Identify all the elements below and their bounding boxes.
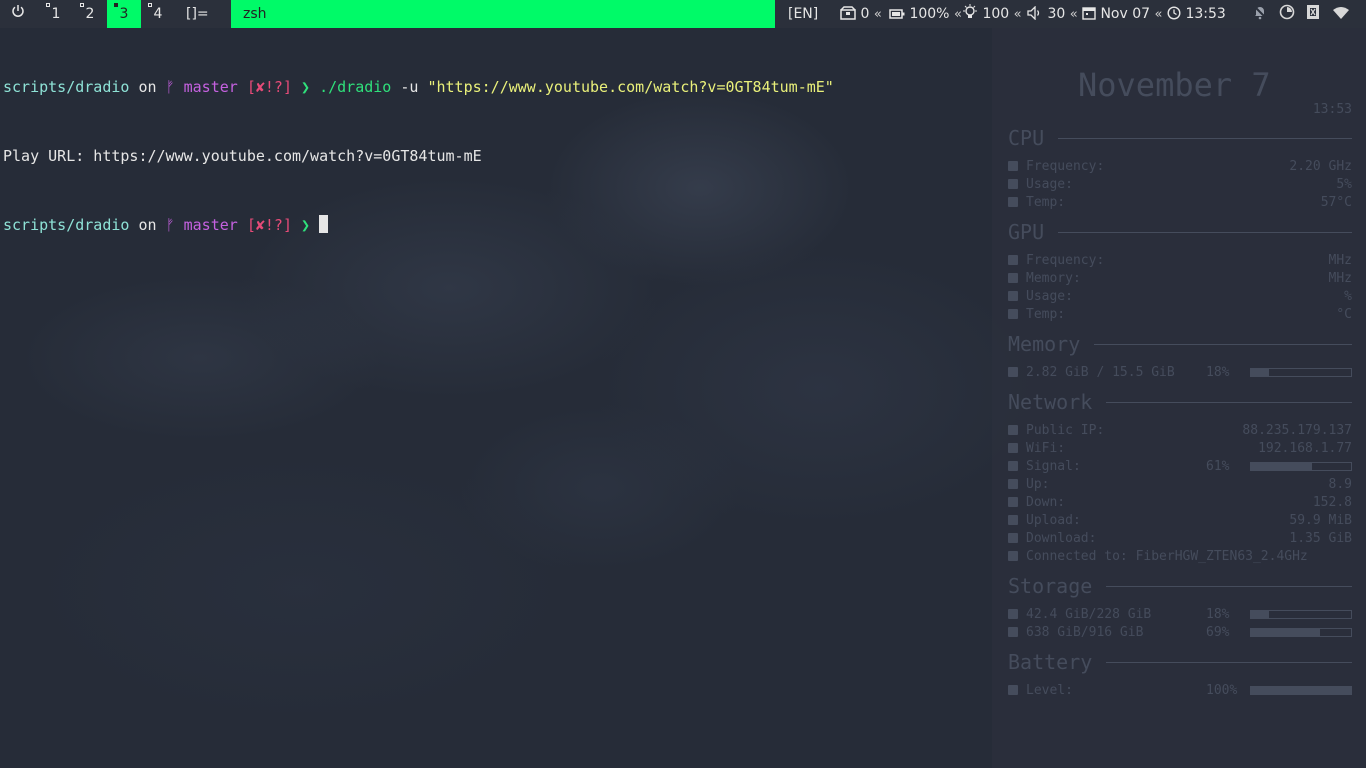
battery-level-row: Level: 100%: [1008, 682, 1352, 700]
memory-section-title: Memory: [1008, 332, 1352, 356]
location-icon: [1008, 425, 1018, 435]
network-section-title: Network: [1008, 390, 1352, 414]
cpu-temp-row: Temp: 57°C: [1008, 194, 1352, 212]
battery-icon: [889, 6, 905, 22]
workspace-3[interactable]: 3: [107, 0, 141, 28]
workspace-1[interactable]: 1: [39, 0, 73, 28]
divider: [1106, 585, 1352, 587]
thermometer-icon: [1008, 197, 1018, 207]
clock-icon: [1167, 6, 1181, 22]
wifi-row: WiFi: 192.168.1.77: [1008, 440, 1352, 458]
gpu-memory-row: Memory: MHz: [1008, 270, 1352, 288]
workspace-2[interactable]: 2: [73, 0, 107, 28]
top-bar: 1 2 3 4 []= zsh [EN] 0 « 100% « 100 « 30…: [0, 0, 1366, 28]
terminal-line: scripts/dradio on ᚠ master [✘!?] ❯ ./dra…: [3, 78, 834, 96]
signal-bar: [1250, 462, 1352, 471]
divider: [1058, 231, 1352, 233]
notifications-off-icon[interactable]: [1252, 0, 1268, 28]
terminal-cursor: [319, 215, 329, 233]
memory-bar: [1250, 368, 1352, 377]
divider: [1106, 661, 1352, 663]
package-icon: [840, 6, 856, 22]
volume-icon: [1027, 5, 1043, 22]
memory-row: 2.82 GiB / 15.5 GiB 18%: [1008, 364, 1352, 382]
disk-bar-fill: [1251, 629, 1320, 636]
arrow-up-icon: [1008, 479, 1018, 489]
upload-row: Upload: 59.9 MiB: [1008, 512, 1352, 530]
signal-bar-fill: [1251, 463, 1312, 470]
cpu-section-title: CPU: [1008, 126, 1352, 150]
connected-row: Connected to: FiberHGW_ZTEN63_2.4GHz: [1008, 548, 1352, 566]
ram-icon: [1008, 367, 1018, 377]
terminal-output-line: Play URL: https://www.youtube.com/watch?…: [3, 147, 482, 165]
divider: [1058, 137, 1352, 139]
gpu-frequency-row: Frequency: MHz: [1008, 252, 1352, 270]
battery-icon: [1008, 685, 1018, 695]
memory-bar-fill: [1251, 369, 1269, 376]
date-module: Nov 07 «: [1082, 0, 1162, 28]
chip-icon: [1008, 273, 1018, 283]
chip-icon: [1008, 255, 1018, 265]
workspace-indicator: [114, 3, 118, 7]
updates-module: 0 «: [840, 0, 882, 28]
battery-bar-fill: [1251, 687, 1351, 694]
clock-module: 13:53: [1167, 0, 1226, 28]
rss-icon: [1008, 443, 1018, 453]
database-icon: [1008, 627, 1018, 637]
power-icon[interactable]: [11, 0, 29, 28]
storage-section-title: Storage: [1008, 574, 1352, 598]
database-icon: [1008, 609, 1018, 619]
workspace-indicator: [46, 3, 50, 7]
disk-row: 42.4 GiB/228 GiB 18%: [1008, 606, 1352, 624]
battery-bar: [1250, 686, 1352, 695]
workspace-indicator: [148, 3, 152, 7]
workspace-indicator: [80, 3, 84, 7]
chip-icon: [1008, 161, 1018, 171]
down-row: Down: 152.8: [1008, 494, 1352, 512]
volume-module[interactable]: 30 «: [1027, 0, 1078, 28]
disk-row: 638 GiB/916 GiB 69%: [1008, 624, 1352, 642]
calendar-icon: [1082, 6, 1096, 22]
gpu-usage-row: Usage:%: [1008, 288, 1352, 306]
disk-bar-fill: [1251, 611, 1269, 618]
download-row: Download: 1.35 GiB: [1008, 530, 1352, 548]
disk-bar: [1250, 610, 1352, 619]
wifi-icon[interactable]: [1333, 0, 1349, 28]
bars-icon: [1008, 179, 1018, 189]
bulb-icon: [962, 4, 978, 22]
upload-icon: [1008, 515, 1018, 525]
arrow-down-icon: [1008, 497, 1018, 507]
up-row: Up: 8.9: [1008, 476, 1352, 494]
download-icon: [1008, 533, 1018, 543]
battery-module: 100% «: [889, 0, 962, 28]
git-branch-icon: ᚠ: [165, 78, 175, 96]
brightness-module: 100 «: [962, 0, 1022, 28]
clipboard-icon[interactable]: [1306, 0, 1320, 28]
terminal-prompt-line[interactable]: scripts/dradio on ᚠ master [✘!?] ❯: [3, 214, 834, 237]
battery-section-title: Battery: [1008, 650, 1352, 674]
signal-row: Signal: 61%: [1008, 458, 1352, 476]
public-ip-row: Public IP: 88.235.179.137: [1008, 422, 1352, 440]
cpu-frequency-row: Frequency: 2.20 GHz: [1008, 158, 1352, 176]
conky-date: November 7: [1078, 66, 1271, 104]
terminal[interactable]: scripts/dradio on ᚠ master [✘!?] ❯ ./dra…: [3, 30, 834, 260]
window-title: zsh: [231, 0, 775, 28]
gpu-section-title: GPU: [1008, 220, 1352, 244]
user-icon: [1008, 551, 1018, 561]
conky-time: 13:53: [1312, 102, 1352, 117]
bars-icon: [1008, 291, 1018, 301]
git-branch-icon: ᚠ: [165, 216, 175, 234]
keyboard-layout[interactable]: [EN]: [788, 0, 818, 28]
signal-icon: [1008, 461, 1018, 471]
cpu-usage-row: Usage: 5%: [1008, 176, 1352, 194]
layout-indicator[interactable]: []=: [186, 0, 209, 28]
disk-bar: [1250, 628, 1352, 637]
workspace-4[interactable]: 4: [141, 0, 175, 28]
divider: [1106, 401, 1352, 403]
gpu-temp-row: Temp: °C: [1008, 306, 1352, 324]
thermometer-icon: [1008, 309, 1018, 319]
timer-icon[interactable]: [1279, 0, 1295, 28]
divider: [1094, 343, 1352, 345]
